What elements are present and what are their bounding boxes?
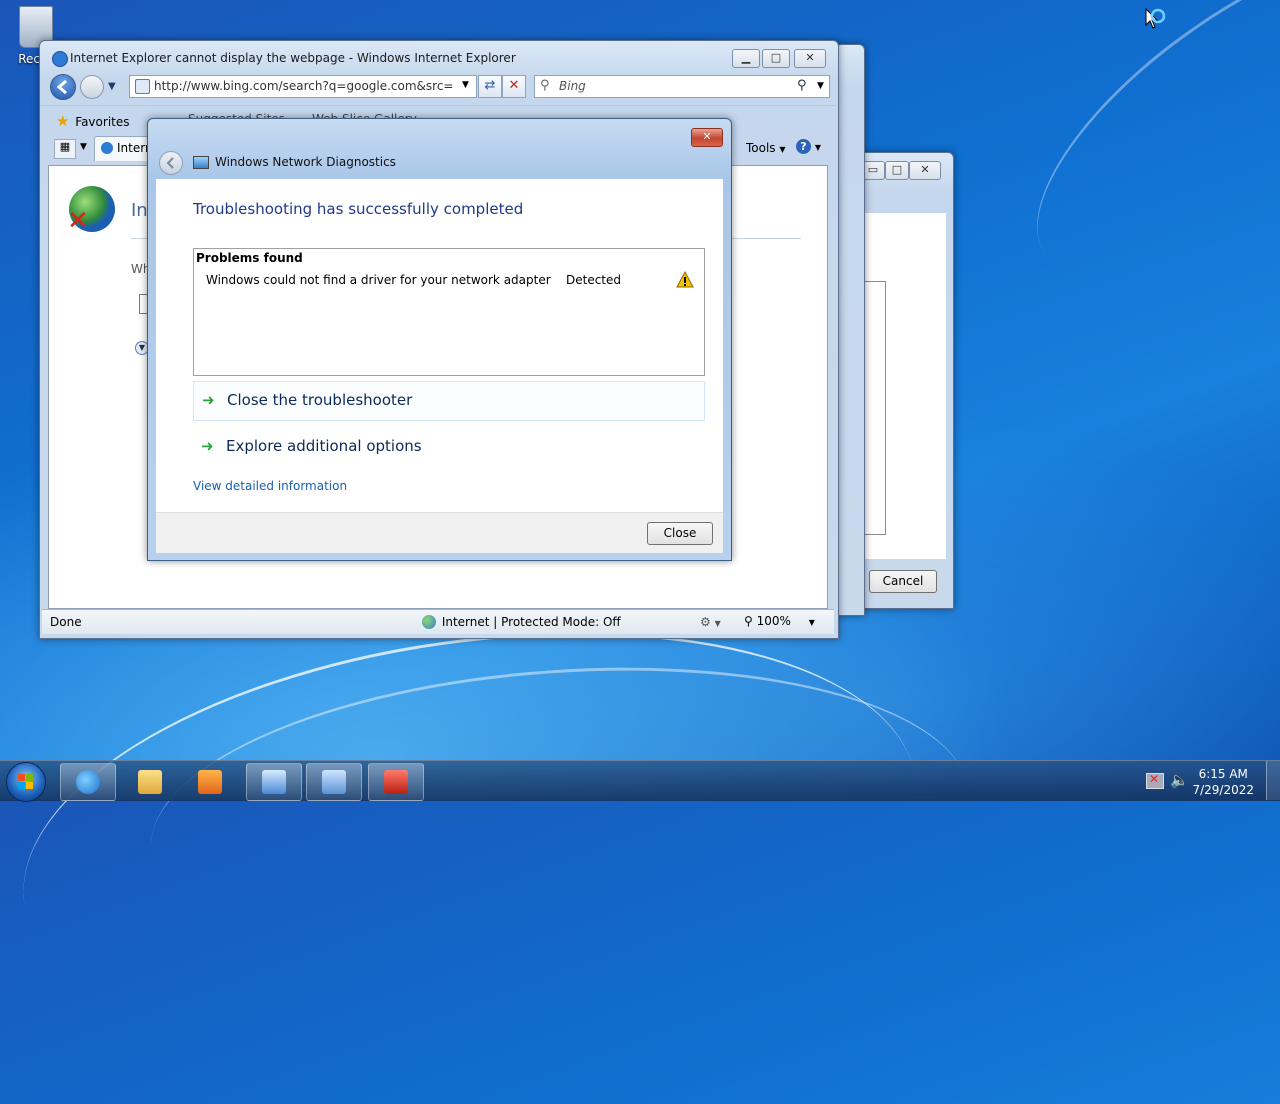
maximize-button[interactable]: □ (885, 161, 909, 180)
wallpaper-swoosh (986, 0, 1280, 339)
favorites-label: Favorites (75, 115, 130, 129)
refresh-button[interactable]: ⇄ (478, 75, 502, 98)
status-text: Done (50, 615, 82, 629)
arrow-right-icon: ➜ (202, 391, 215, 409)
forward-button[interactable] (80, 75, 104, 99)
cancel-button[interactable]: Cancel (869, 570, 937, 593)
globe-icon (422, 614, 436, 629)
dialog-footer: Close (156, 512, 723, 553)
tools-menu[interactable]: Tools ▼ (746, 141, 786, 155)
minimize-button[interactable]: ▁ (732, 49, 760, 68)
option-label: Close the troubleshooter (227, 391, 413, 409)
window-title: Internet Explorer cannot display the web… (70, 51, 516, 65)
stop-button[interactable]: ✕ (502, 75, 526, 98)
start-orb-icon (18, 774, 33, 789)
network-icon (262, 770, 286, 794)
problem-description: Windows could not find a driver for your… (206, 273, 551, 287)
taskbar-ie[interactable] (60, 763, 116, 801)
stop-icon: ✕ (508, 78, 520, 93)
start-button[interactable] (6, 762, 46, 802)
help-icon: ? (796, 139, 811, 154)
page-icon (135, 79, 150, 94)
dialog-title: Windows Network Diagnostics (215, 155, 396, 169)
search-placeholder: Bing (559, 79, 586, 93)
back-button[interactable] (159, 151, 183, 175)
status-bar: Done Internet | Protected Mode: Off ⚙ ▼ … (42, 609, 834, 634)
refresh-icon: ⇄ (484, 78, 496, 93)
search-box[interactable]: ⚲ Bing ⚲ ▼ (534, 75, 830, 98)
taskbar-explorer[interactable] (122, 763, 178, 801)
view-details-link[interactable]: View detailed information (193, 479, 347, 493)
ie-icon (52, 51, 68, 67)
help-button[interactable]: ? ▼ (796, 139, 821, 154)
zoom-level: 100% (756, 614, 791, 628)
taskbar-troubleshooter[interactable] (368, 763, 424, 801)
favorites-button[interactable]: ★ Favorites (56, 112, 130, 130)
control-panel-icon (322, 770, 346, 794)
network-status-icon[interactable]: ✕ (1146, 772, 1164, 789)
history-dropdown[interactable]: ▼ (108, 81, 116, 92)
close-button[interactable]: ✕ (909, 161, 941, 180)
warning-icon (676, 271, 694, 288)
media-player-icon (198, 770, 222, 794)
clock[interactable]: 6:15 AM 7/29/2022 (1192, 766, 1254, 798)
back-icon (166, 157, 174, 169)
taskbar-network-window[interactable] (246, 763, 302, 801)
favorites-star-icon: ★ (56, 112, 70, 130)
address-bar[interactable]: http://www.bing.com/search?q=google.com&… (129, 75, 477, 98)
toolbox-icon (384, 770, 408, 794)
globe-error-icon: ✕ (67, 186, 115, 236)
address-text: http://www.bing.com/search?q=google.com&… (154, 79, 454, 93)
taskbar: ✕ 🔈 6:15 AM 7/29/2022 (0, 760, 1280, 802)
address-dropdown[interactable]: ▼ (462, 80, 469, 90)
close-dialog-button[interactable]: Close (647, 522, 713, 545)
ie-icon (76, 770, 100, 794)
tab-list-dropdown[interactable]: ▼ (80, 142, 87, 152)
explore-options-option[interactable]: ➜ Explore additional options (193, 428, 703, 466)
zoom-control[interactable]: ⚲ 100% ▼ (744, 614, 815, 628)
completion-heading: Troubleshooting has successfully complet… (193, 200, 524, 218)
back-icon (56, 79, 67, 95)
zone-label: Internet | Protected Mode: Off (441, 614, 621, 629)
close-button[interactable]: ✕ (691, 128, 723, 147)
search-icon[interactable]: ⚲ (797, 78, 807, 93)
zoom-icon: ⚲ (744, 614, 753, 628)
busy-cursor-icon (1145, 7, 1166, 32)
network-diagnostics-dialog[interactable]: ✕ Windows Network Diagnostics Troublesho… (147, 118, 732, 561)
show-desktop-button[interactable] (1266, 761, 1280, 800)
close-button[interactable]: ✕ (794, 49, 826, 68)
clock-time: 6:15 AM (1198, 767, 1248, 781)
status-zone[interactable]: Internet | Protected Mode: Off (422, 614, 621, 629)
quick-tabs-button[interactable]: ▦ (54, 139, 76, 159)
problem-status: Detected (566, 273, 622, 287)
problems-table: Problems found Windows could not find a … (193, 248, 705, 376)
folder-icon (138, 770, 162, 794)
back-button[interactable] (50, 74, 76, 100)
arrow-right-icon: ➜ (201, 437, 214, 455)
speaker-icon[interactable]: 🔈 (1170, 771, 1189, 789)
search-dropdown[interactable]: ▼ (817, 81, 824, 91)
dialog-panel: Troubleshooting has successfully complet… (156, 179, 723, 553)
maximize-button[interactable]: □ (762, 49, 790, 68)
option-label: Explore additional options (226, 437, 422, 455)
network-icon (193, 156, 209, 169)
search-provider-icon: ⚲ (540, 78, 550, 93)
close-troubleshooter-option[interactable]: ➜ Close the troubleshooter (193, 381, 705, 421)
tools-label: Tools (746, 141, 776, 155)
protected-mode-toggle[interactable]: ⚙ ▼ (700, 615, 721, 629)
ie-icon (101, 142, 113, 154)
background-window-sliver (835, 44, 865, 616)
taskbar-control-window[interactable] (306, 763, 362, 801)
table-row[interactable]: Windows could not find a driver for your… (194, 271, 704, 291)
problems-header: Problems found (196, 251, 303, 265)
taskbar-media-player[interactable] (182, 763, 238, 801)
clock-date: 7/29/2022 (1192, 783, 1254, 797)
